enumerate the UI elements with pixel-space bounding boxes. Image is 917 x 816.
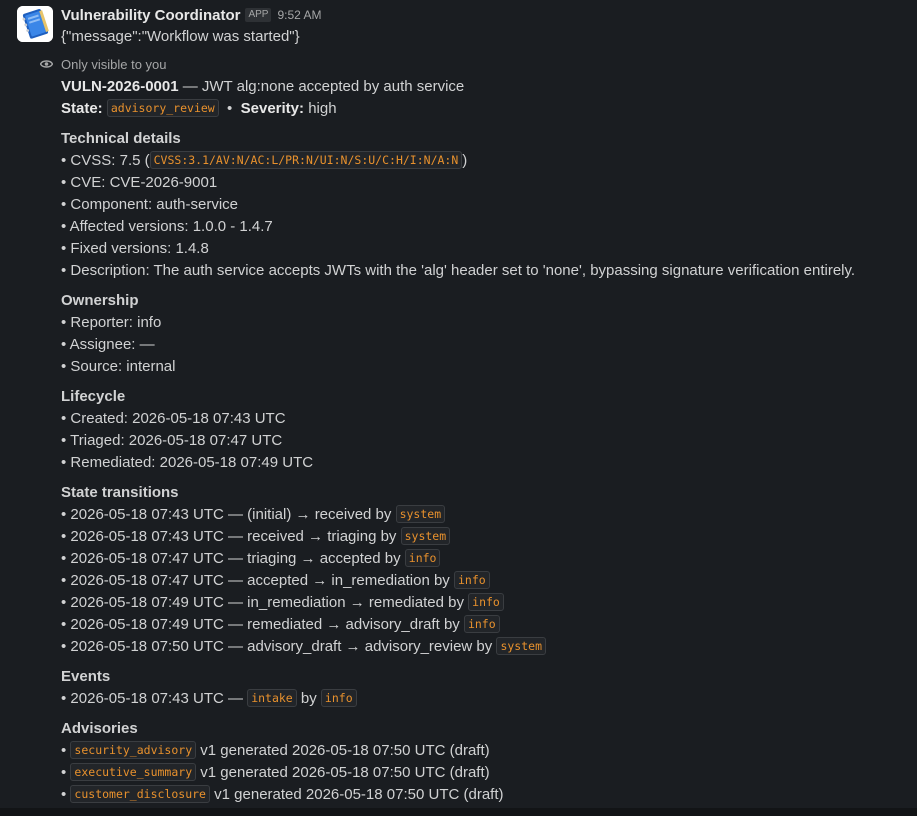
severity-value: high — [308, 100, 337, 117]
advisory-name: customer_disclosure — [70, 785, 210, 803]
app-message: Vulnerability Coordinator APP 9:52 AM {"… — [0, 0, 917, 808]
app-name[interactable]: Vulnerability Coordinator — [61, 7, 240, 24]
state-label: State: — [61, 100, 103, 117]
transition-item: • 2026-05-18 07:50 UTC — advisory_draft … — [61, 637, 546, 657]
advisory-text: v1 generated 2026-05-18 07:50 UTC (draft… — [196, 764, 490, 781]
advisory-name: executive_summary — [70, 763, 197, 781]
ownership-heading: Ownership — [61, 292, 139, 309]
state-code: advisory_review — [106, 99, 219, 117]
fixed-line: • Fixed versions: 1.4.8 — [61, 240, 209, 257]
transition-actor: info — [404, 549, 441, 567]
state-line: State: advisory_review • Severity: high — [61, 99, 337, 117]
transition-actor: system — [400, 527, 451, 545]
advisory-item: • customer_disclosure v1 generated 2026-… — [61, 785, 504, 805]
transition-actor: info — [453, 571, 490, 589]
bottom-divider — [0, 808, 917, 816]
message-header: Vulnerability Coordinator APP 9:52 AM — [61, 5, 322, 25]
transition-text: • 2026-05-18 07:49 UTC — in_remediation … — [61, 594, 469, 611]
vuln-title-line: VULN-2026-0001 — JWT alg:none accepted b… — [61, 77, 464, 97]
cvss-vector: CVSS:3.1/AV:N/AC:L/PR:N/UI:N/S:U/C:H/I:N… — [149, 151, 463, 169]
triaged-line: • Triaged: 2026-05-18 07:47 UTC — [61, 432, 283, 449]
bullet: • — [61, 786, 71, 803]
advisory-item: • security_advisory v1 generated 2026-05… — [61, 741, 490, 761]
reporter-line: • Reporter: info — [61, 314, 162, 331]
advisories-heading: Advisories — [61, 720, 138, 737]
cve-line: • CVE: CVE-2026-9001 — [61, 174, 218, 191]
technical-heading: Technical details — [61, 130, 181, 147]
bullet: • — [61, 764, 71, 781]
cvss-prefix: • CVSS: 7.5 ( — [61, 152, 150, 169]
event-prefix: • 2026-05-18 07:43 UTC — — [61, 690, 248, 707]
transition-text: • 2026-05-18 07:49 UTC — remediated → ad… — [61, 616, 464, 633]
transition-text: • 2026-05-18 07:47 UTC — triaging → acce… — [61, 550, 405, 567]
created-line: • Created: 2026-05-18 07:43 UTC — [61, 410, 286, 427]
transition-actor: system — [395, 505, 446, 523]
assignee-line: • Assignee: — — [61, 336, 155, 353]
event-by: by — [296, 690, 321, 707]
notebook-icon — [17, 6, 53, 42]
remediated-line: • Remediated: 2026-05-18 07:49 UTC — [61, 454, 314, 471]
transition-actor: info — [468, 593, 504, 611]
description-line: • Description: The auth service accepts … — [61, 262, 856, 279]
transition-text: • 2026-05-18 07:43 UTC — (initial) → rec… — [61, 506, 396, 523]
advisory-text: v1 generated 2026-05-18 07:50 UTC (draft… — [196, 742, 490, 759]
transition-item: • 2026-05-18 07:47 UTC — accepted → in_r… — [61, 571, 490, 591]
transitions-heading: State transitions — [61, 484, 179, 501]
transition-text: • 2026-05-18 07:47 UTC — accepted → in_r… — [61, 572, 454, 589]
message-text: {"message":"Workflow was started"} — [61, 28, 300, 45]
event-item: • 2026-05-18 07:43 UTC — intake by info — [61, 689, 357, 709]
component-line: • Component: auth-service — [61, 196, 239, 213]
vuln-id: VULN-2026-0001 — [61, 78, 179, 95]
source-line: • Source: internal — [61, 358, 176, 375]
affected-line: • Affected versions: 1.0.0 - 1.4.7 — [61, 218, 273, 235]
eye-icon — [40, 60, 53, 68]
cvss-suffix: ) — [462, 152, 468, 169]
cvss-line: • CVSS: 7.5 (CVSS:3.1/AV:N/AC:L/PR:N/UI:… — [61, 151, 467, 171]
visibility-text: Only visible to you — [61, 56, 167, 72]
transition-actor: info — [463, 615, 500, 633]
severity-label: Severity: — [240, 100, 305, 117]
vuln-title: — JWT alg:none accepted by auth service — [178, 78, 465, 95]
transition-item: • 2026-05-18 07:49 UTC — in_remediation … — [61, 593, 504, 613]
transition-text: • 2026-05-18 07:43 UTC — received → tria… — [61, 528, 401, 545]
event-code: intake — [247, 689, 297, 707]
app-badge: APP — [245, 8, 272, 22]
bullet: • — [61, 742, 71, 759]
app-avatar[interactable] — [17, 6, 53, 42]
event-actor: info — [320, 689, 357, 707]
transition-item: • 2026-05-18 07:47 UTC — triaging → acce… — [61, 549, 441, 569]
transition-item: • 2026-05-18 07:43 UTC — (initial) → rec… — [61, 505, 446, 525]
transition-item: • 2026-05-18 07:43 UTC — received → tria… — [61, 527, 451, 547]
visibility-note: Only visible to you — [40, 55, 167, 73]
message-timestamp[interactable]: 9:52 AM — [277, 8, 321, 22]
advisory-text: v1 generated 2026-05-18 07:50 UTC (draft… — [209, 786, 504, 803]
transition-item: • 2026-05-18 07:49 UTC — remediated → ad… — [61, 615, 500, 635]
transition-actor: system — [496, 637, 546, 655]
advisory-name: security_advisory — [70, 741, 197, 759]
advisory-item: • executive_summary v1 generated 2026-05… — [61, 763, 490, 783]
events-heading: Events — [61, 668, 111, 685]
transition-text: • 2026-05-18 07:50 UTC — advisory_draft … — [61, 638, 497, 655]
lifecycle-heading: Lifecycle — [61, 388, 126, 405]
